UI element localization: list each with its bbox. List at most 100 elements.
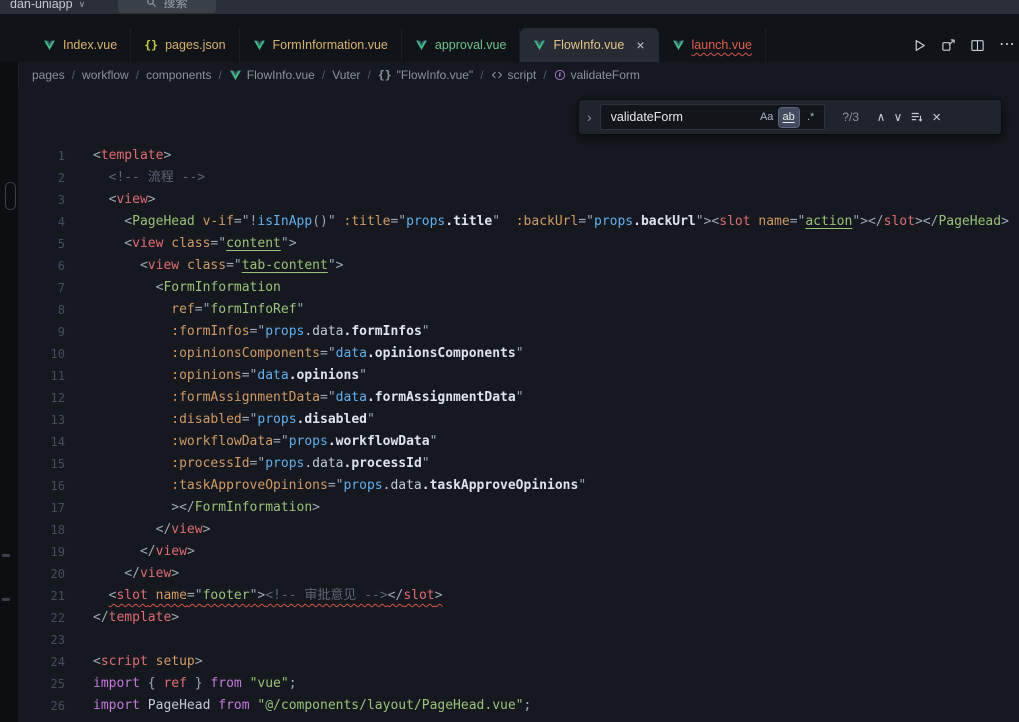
match-case-toggle[interactable]: Aa [757,108,777,127]
code-line[interactable]: 4 <PageHead v-if="!isInApp()" :title="pr… [18,211,1019,233]
previous-match-icon[interactable]: ∧ [877,110,886,124]
play-icon[interactable] [912,38,927,53]
line-number[interactable]: 10 [18,343,65,365]
code-line[interactable]: 13 :disabled="props.disabled" [18,409,1019,431]
code-line[interactable]: 22</template> [18,607,1019,629]
breadcrumb-separator: / [218,68,221,82]
breadcrumb-item-FlowInfo.vue[interactable]: {}"FlowInfo.vue" [378,68,473,82]
code-line[interactable]: 14 :workflowData="props.workflowData" [18,431,1019,453]
open-preview-icon[interactable] [941,38,956,53]
breadcrumb-item-workflow[interactable]: workflow [82,68,129,82]
editor-actions: ⋯ [912,28,1019,62]
tab-Index.vue[interactable]: Index.vue [30,28,131,62]
code-line[interactable]: 6 <view class="tab-content"> [18,255,1019,277]
breadcrumb-item-FlowInfo.vue[interactable]: FlowInfo.vue [229,68,315,82]
line-number[interactable]: 18 [18,519,65,541]
vue-icon [229,69,242,82]
line-number[interactable]: 19 [18,541,65,563]
line-number[interactable]: 9 [18,321,65,343]
code-line[interactable]: 10 :opinionsComponents="data.opinionsCom… [18,343,1019,365]
code-line[interactable]: 23 [18,629,1019,651]
breadcrumb-item-components[interactable]: components [146,68,211,82]
sliver-fragment [2,598,10,601]
more-actions-icon[interactable]: ⋯ [999,37,1015,53]
toggle-replace-icon[interactable]: › [587,109,592,125]
find-input[interactable] [609,109,755,125]
code-line[interactable]: 12 :formAssignmentData="data.formAssignm… [18,387,1019,409]
code-line[interactable]: 15 :processId="props.data.processId" [18,453,1019,475]
tab-label: launch.vue [692,38,752,52]
line-number[interactable]: 25 [18,673,65,695]
line-number[interactable]: 8 [18,299,65,321]
code-line[interactable]: 26import PageHead from "@/components/lay… [18,695,1019,717]
chevron-down-icon: ∨ [79,0,86,10]
line-number[interactable]: 3 [18,189,65,211]
code-line[interactable]: 16 :taskApproveOpinions="props.data.task… [18,475,1019,497]
line-number[interactable]: 1 [18,145,65,167]
line-number[interactable]: 13 [18,409,65,431]
line-number[interactable]: 26 [18,695,65,717]
breadcrumb-item-script[interactable]: script [491,68,537,82]
line-number[interactable]: 15 [18,453,65,475]
regex-toggle[interactable]: .* [801,108,821,127]
line-number[interactable]: 2 [18,167,65,189]
code-line[interactable]: 1<template> [18,145,1019,167]
line-number[interactable]: 12 [18,387,65,409]
line-number[interactable]: 5 [18,233,65,255]
line-number[interactable]: 24 [18,651,65,673]
tab-bar: Index.vue {}pages.jsonFormInformation.vue… [0,14,1019,62]
code-line[interactable]: 11 :opinions="data.opinions" [18,365,1019,387]
sliver-fragment [2,554,10,557]
vue-icon [253,39,266,52]
code-line[interactable]: 2 <!-- 流程 --> [18,167,1019,189]
breadcrumb-item-validateForm[interactable]: validateForm [554,68,640,82]
split-editor-icon[interactable] [970,38,985,53]
code-line[interactable]: 3 <view> [18,189,1019,211]
breadcrumb-item-pages[interactable]: pages [32,68,65,82]
code-line[interactable]: 7 <FormInformation [18,277,1019,299]
code-line[interactable]: 21 <slot name="footer"><!-- 审批意见 --></sl… [18,585,1019,607]
line-number[interactable]: 4 [18,211,65,233]
tab-FlowInfo.vue[interactable]: FlowInfo.vue × [520,28,658,62]
sliver-button[interactable] [5,182,16,210]
code-line[interactable]: 18 </view> [18,519,1019,541]
line-number[interactable]: 22 [18,607,65,629]
line-number[interactable]: 7 [18,277,65,299]
code-line[interactable]: 24<script setup> [18,651,1019,673]
title-bar: dan-uniapp ∨ 搜索 [0,0,1019,14]
find-in-selection-icon[interactable] [910,110,924,124]
tab-approval.vue[interactable]: approval.vue [402,28,521,62]
line-number[interactable]: 11 [18,365,65,387]
tab-label: Index.vue [63,38,117,52]
line-number[interactable]: 16 [18,475,65,497]
code-line[interactable]: 9 :formInfos="props.data.formInfos" [18,321,1019,343]
vue-icon [672,39,685,52]
tab-label: FlowInfo.vue [553,38,624,52]
code-line[interactable]: 25import { ref } from "vue"; [18,673,1019,695]
breadcrumb-separator: / [322,68,325,82]
close-find-icon[interactable]: × [932,109,941,126]
code-line[interactable]: 20 </view> [18,563,1019,585]
breadcrumb-item-Vuter[interactable]: Vuter [332,68,360,82]
line-number[interactable]: 17 [18,497,65,519]
line-number[interactable]: 23 [18,629,65,651]
close-icon[interactable]: × [636,38,644,52]
line-number[interactable]: 21 [18,585,65,607]
editor-pane[interactable]: 1<template>2 <!-- 流程 -->3 <view>4 <PageH… [18,88,1019,722]
tab-FormInformation.vue[interactable]: FormInformation.vue [240,28,402,62]
code-line[interactable]: 19 </view> [18,541,1019,563]
whole-word-toggle[interactable]: ab [779,108,799,127]
activity-bar-sliver [0,62,19,722]
line-number[interactable]: 20 [18,563,65,585]
tab-launch.vue[interactable]: launch.vue [659,28,766,62]
project-menu[interactable]: dan-uniapp ∨ [10,0,85,14]
line-number[interactable]: 14 [18,431,65,453]
code-line[interactable]: 17 ></FormInformation> [18,497,1019,519]
code-line[interactable]: 8 ref="formInfoRef" [18,299,1019,321]
next-match-icon[interactable]: ∨ [893,110,902,124]
line-number[interactable]: 6 [18,255,65,277]
titlebar-search[interactable]: 搜索 [118,0,216,13]
titlebar-search-label: 搜索 [163,0,187,11]
code-line[interactable]: 5 <view class="content"> [18,233,1019,255]
tab-pages.json[interactable]: {}pages.json [131,28,239,62]
